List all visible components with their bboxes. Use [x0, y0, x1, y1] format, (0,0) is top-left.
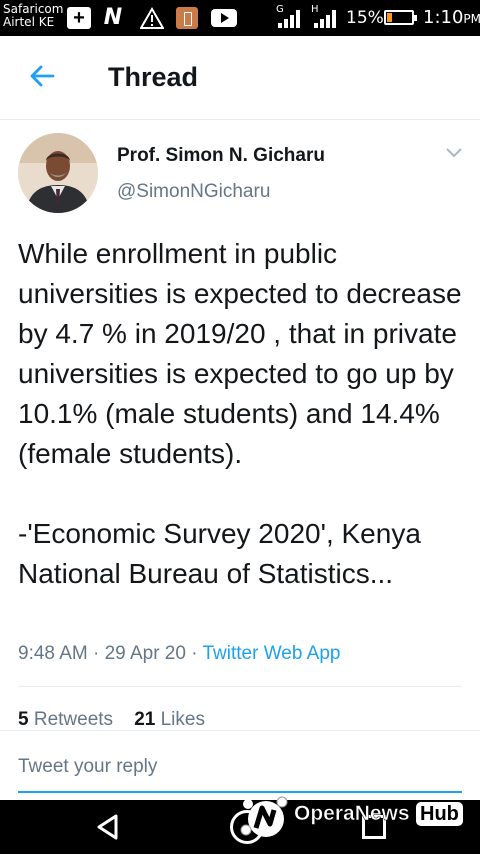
carrier-secondary: Airtel KE	[3, 15, 55, 29]
tweet-meta: 9:48 AM · 29 Apr 20 · Twitter Web App	[18, 643, 340, 665]
reply-underline	[18, 791, 462, 793]
clock: 1:10PM	[423, 7, 480, 28]
tweet-stats: 5 Retweets 21 Likes	[18, 709, 205, 731]
signal-2-icon	[314, 10, 338, 28]
opera-news-logo-icon	[240, 796, 288, 837]
status-bar: Safaricom Airtel KE + N G H 15% 1:10PM	[0, 0, 480, 36]
nav-back-icon[interactable]	[94, 813, 122, 841]
avatar-portrait	[18, 133, 98, 213]
author-name[interactable]: Prof. Simon N. Gicharu	[117, 145, 325, 167]
app-header: Thread	[0, 36, 480, 120]
author-handle[interactable]: @SimonNGicharu	[117, 181, 270, 203]
battery-icon	[384, 10, 417, 25]
clock-ampm: PM	[463, 12, 480, 26]
tweet-source-link[interactable]: Twitter Web App	[202, 643, 340, 664]
reply-input[interactable]: Tweet your reply	[18, 756, 157, 778]
divider	[18, 686, 462, 687]
n-app-notification-icon: N	[103, 5, 123, 30]
plus-notification-icon: +	[67, 7, 91, 29]
retweets-stat[interactable]: 5 Retweets	[18, 709, 113, 730]
watermark-brand: OperaNews	[294, 802, 410, 826]
carrier-info: Safaricom Airtel KE	[3, 3, 63, 29]
warning-icon	[140, 7, 164, 29]
watermark-badge: Hub	[416, 802, 463, 826]
battery-percent: 15%	[346, 8, 384, 28]
likes-label: Likes	[160, 709, 205, 730]
retweets-count: 5	[18, 709, 29, 730]
battery-saver-app-icon	[176, 7, 198, 29]
reply-bar: Tweet your reply	[0, 730, 480, 801]
avatar[interactable]	[18, 133, 98, 213]
likes-stat[interactable]: 21 Likes	[134, 709, 205, 730]
youtube-icon	[211, 9, 237, 27]
tweet-text: While enrollment in public universities …	[18, 238, 462, 589]
signal-1-icon	[278, 10, 302, 28]
likes-count: 21	[134, 709, 156, 730]
back-arrow-icon[interactable]	[28, 62, 56, 90]
page-title: Thread	[108, 62, 199, 92]
chevron-down-icon[interactable]	[444, 146, 464, 160]
retweets-label: Retweets	[33, 709, 114, 730]
tweet-timestamp: 9:48 AM · 29 Apr 20 ·	[18, 643, 203, 664]
clock-time: 1:10	[423, 7, 464, 28]
